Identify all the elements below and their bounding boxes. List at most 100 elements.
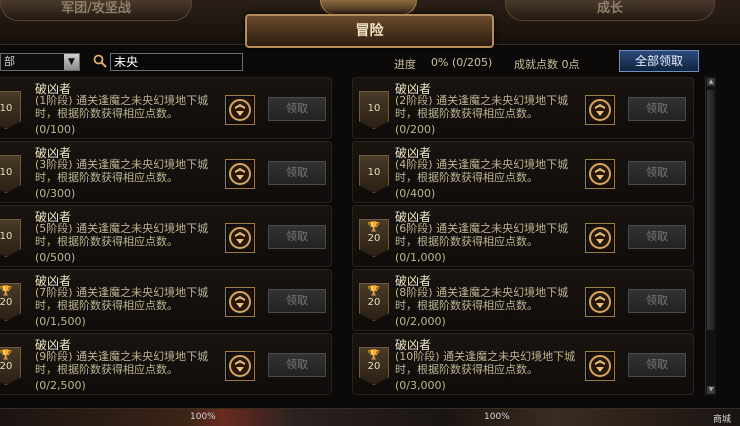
achievement-card: 🏆 20 破凶者 (8阶段) 通关逢魔之未央幻境地下城时，根据阶数获得相应点数。 (0/…	[352, 269, 694, 331]
reward-icon[interactable]	[225, 159, 255, 189]
points-badge: 10	[359, 155, 389, 193]
category-dropdown[interactable]: 部 ▼	[0, 53, 80, 71]
tab-adventure[interactable]: 冒险	[245, 14, 494, 48]
reward-icon[interactable]	[225, 351, 255, 381]
achievement-desc: (8阶段) 通关逢魔之未央幻境地下城时，根据阶数获得相应点数。	[395, 286, 569, 312]
scroll-up-icon[interactable]: ▲	[707, 78, 715, 86]
reward-icon[interactable]	[585, 287, 615, 317]
game-bottom-bar: 100% 100% 商城	[0, 408, 740, 426]
achievement-desc: (3阶段) 通关逢魔之未央幻境地下城时，根据阶数获得相应点数。	[35, 158, 209, 184]
badge-points: 20	[367, 297, 381, 308]
claim-button[interactable]: 领取	[268, 353, 326, 377]
achievement-desc: (10阶段) 通关逢魔之未央幻境地下城时，根据阶数获得相应点数。	[395, 350, 576, 376]
points-badge: 🏆 20	[359, 347, 389, 385]
achievement-desc: (7阶段) 通关逢魔之未央幻境地下城时，根据阶数获得相应点数。	[35, 286, 209, 312]
achievement-count: (0/1,000)	[395, 251, 446, 264]
reward-icon[interactable]	[225, 95, 255, 125]
points-badge: 10	[0, 219, 21, 257]
tab-legion[interactable]: 军团/攻坚战	[0, 0, 192, 21]
trophy-icon: 🏆	[367, 222, 381, 233]
achievement-desc: (1阶段) 通关逢魔之未央幻境地下城时，根据阶数获得相应点数。	[35, 94, 209, 120]
badge-points: 20	[367, 361, 381, 372]
search-icon	[93, 54, 107, 68]
badge-points: 10	[367, 167, 381, 178]
claim-button[interactable]: 领取	[268, 225, 326, 249]
achievement-count: (0/1,500)	[35, 315, 86, 328]
achievement-desc: (9阶段) 通关逢魔之未央幻境地下城时，根据阶数获得相应点数。	[35, 350, 209, 376]
points-badge: 🏆 20	[359, 283, 389, 321]
reward-icon[interactable]	[225, 287, 255, 317]
achievement-count: (0/400)	[395, 187, 436, 200]
points-badge: 10	[0, 91, 21, 129]
reward-icon[interactable]	[585, 159, 615, 189]
achievement-desc: (5阶段) 通关逢魔之未央幻境地下城时，根据阶数获得相应点数。	[35, 222, 209, 248]
scroll-down-icon[interactable]: ▼	[707, 386, 715, 394]
claim-button[interactable]: 领取	[268, 289, 326, 313]
claim-button[interactable]: 领取	[628, 97, 686, 121]
claim-all-button[interactable]: 全部领取	[619, 50, 699, 72]
hp-percent: 100%	[190, 412, 216, 422]
progress-percent: 0%	[431, 56, 449, 69]
badge-points: 10	[367, 103, 381, 114]
badge-points: 20	[0, 297, 13, 308]
points-badge: 🏆 20	[0, 347, 21, 385]
badge-points: 10	[0, 231, 13, 242]
achievement-count: (0/200)	[395, 123, 436, 136]
achievement-desc: (6阶段) 通关逢魔之未央幻境地下城时，根据阶数获得相应点数。	[395, 222, 569, 248]
tab-growth[interactable]: 成长	[505, 0, 715, 21]
badge-points: 20	[0, 361, 13, 372]
scrollbar[interactable]: ▲ ▼	[705, 76, 716, 396]
badge-points: 10	[0, 167, 13, 178]
trophy-icon: 🏆	[367, 350, 381, 361]
claim-button[interactable]: 领取	[628, 289, 686, 313]
tab-bar: 军团/攻坚战 成长 冒险	[0, 0, 740, 48]
claim-button[interactable]: 领取	[268, 97, 326, 121]
points-badge: 10	[359, 91, 389, 129]
achievement-count: (0/300)	[35, 187, 76, 200]
trophy-icon: 🏆	[0, 286, 13, 297]
trophy-icon: 🏆	[0, 350, 13, 361]
achievement-card: 10 破凶者 (5阶段) 通关逢魔之未央幻境地下城时，根据阶数获得相应点数。 (0/5…	[0, 205, 332, 267]
claim-button[interactable]: 领取	[628, 353, 686, 377]
achievement-card: 🏆 20 破凶者 (10阶段) 通关逢魔之未央幻境地下城时，根据阶数获得相应点数。 (0…	[352, 333, 694, 395]
achievement-card: 🏆 20 破凶者 (6阶段) 通关逢魔之未央幻境地下城时，根据阶数获得相应点数。 (0/…	[352, 205, 694, 267]
progress-fraction: (0/205)	[452, 56, 493, 69]
achievement-count: (0/2,000)	[395, 315, 446, 328]
achievement-list: 10 破凶者 (1阶段) 通关逢魔之未央幻境地下城时，根据阶数获得相应点数。 (0/1…	[0, 76, 710, 396]
badge-points: 10	[0, 103, 13, 114]
achievement-count: (0/3,000)	[395, 379, 446, 392]
achievement-card: 10 破凶者 (4阶段) 通关逢魔之未央幻境地下城时，根据阶数获得相应点数。 (0/4…	[352, 141, 694, 203]
achievement-points: 成就点数 0点	[514, 58, 580, 71]
achievement-desc: (2阶段) 通关逢魔之未央幻境地下城时，根据阶数获得相应点数。	[395, 94, 569, 120]
achievement-count: (0/100)	[35, 123, 76, 136]
shop-button[interactable]: 商城	[713, 412, 731, 425]
achievement-count: (0/2,500)	[35, 379, 86, 392]
reward-icon[interactable]	[585, 223, 615, 253]
emblem-icon	[320, 0, 417, 15]
points-badge: 🏆 20	[0, 283, 21, 321]
chevron-down-icon[interactable]: ▼	[64, 54, 79, 70]
reward-icon[interactable]	[585, 95, 615, 125]
reward-icon[interactable]	[585, 351, 615, 381]
achievement-card: 🏆 20 破凶者 (9阶段) 通关逢魔之未央幻境地下城时，根据阶数获得相应点数。 (0/…	[0, 333, 332, 395]
achievement-card: 🏆 20 破凶者 (7阶段) 通关逢魔之未央幻境地下城时，根据阶数获得相应点数。 (0/…	[0, 269, 332, 331]
points-badge: 🏆 20	[359, 219, 389, 257]
scroll-thumb[interactable]	[707, 90, 715, 330]
claim-button[interactable]: 领取	[268, 161, 326, 185]
achievement-count: (0/500)	[35, 251, 76, 264]
achievement-card: 10 破凶者 (1阶段) 通关逢魔之未央幻境地下城时，根据阶数获得相应点数。 (0/1…	[0, 77, 332, 139]
achievement-desc: (4阶段) 通关逢魔之未央幻境地下城时，根据阶数获得相应点数。	[395, 158, 569, 184]
achievement-card: 10 破凶者 (3阶段) 通关逢魔之未央幻境地下城时，根据阶数获得相应点数。 (0/3…	[0, 141, 332, 203]
achievement-card: 10 破凶者 (2阶段) 通关逢魔之未央幻境地下城时，根据阶数获得相应点数。 (0/2…	[352, 77, 694, 139]
progress-label: 进度	[394, 58, 416, 71]
toolbar: 部 ▼ 未央 进度 0% (0/205) 成就点数 0点 全部领取	[0, 50, 740, 74]
claim-button[interactable]: 领取	[628, 225, 686, 249]
points-badge: 10	[0, 155, 21, 193]
dropdown-value: 部	[4, 55, 15, 68]
claim-button[interactable]: 领取	[628, 161, 686, 185]
reward-icon[interactable]	[225, 223, 255, 253]
mp-percent: 100%	[484, 412, 510, 422]
search-input[interactable]: 未央	[110, 53, 243, 71]
trophy-icon: 🏆	[367, 286, 381, 297]
badge-points: 20	[367, 233, 381, 244]
